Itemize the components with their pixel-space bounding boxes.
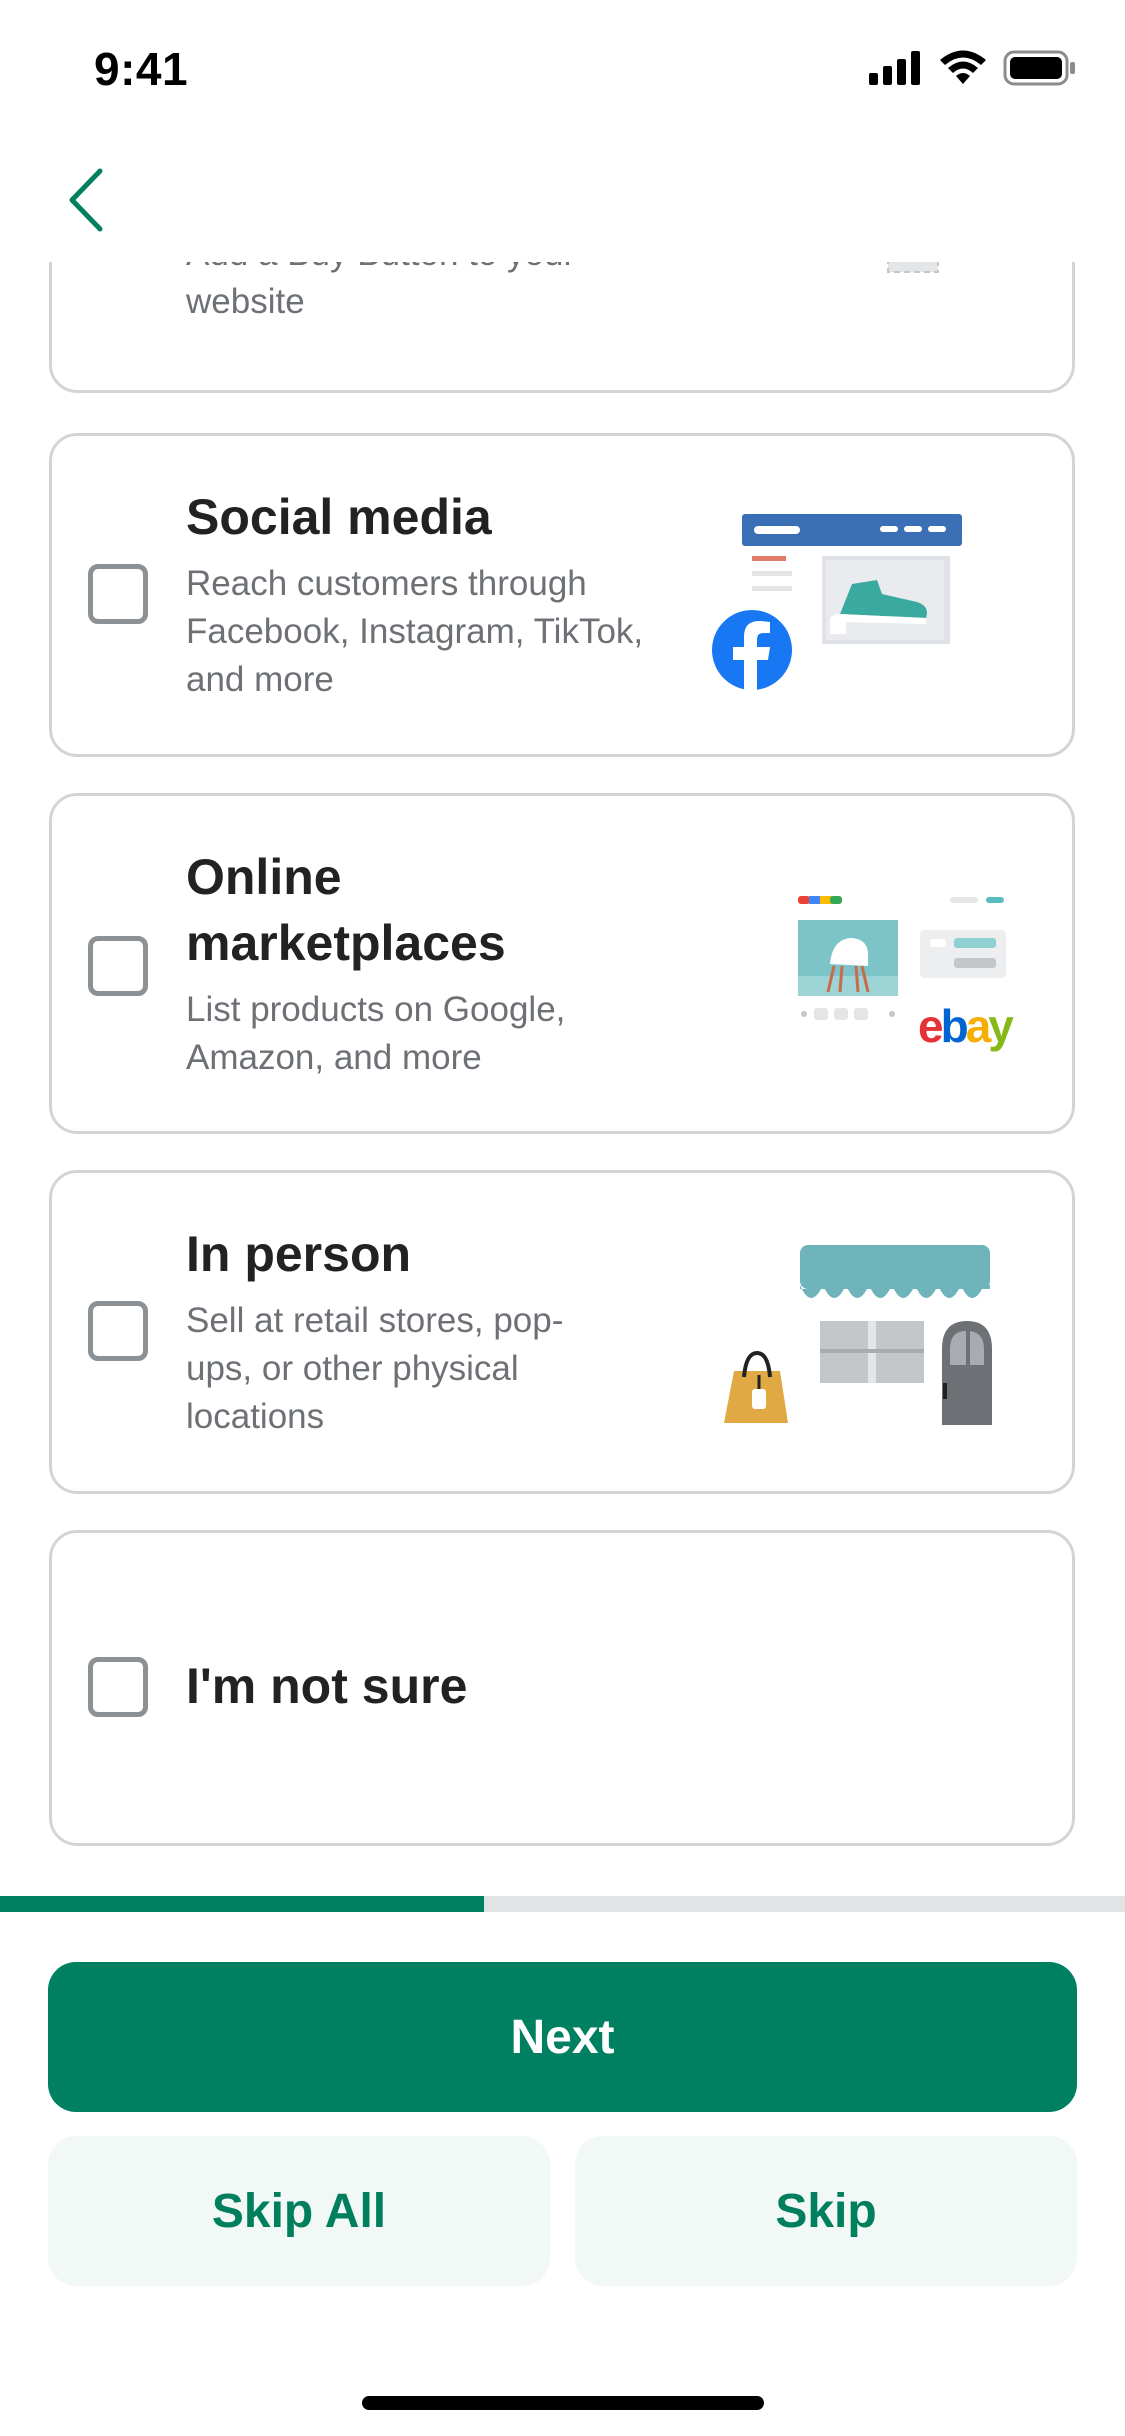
battery-icon [1003,50,1075,86]
cellular-signal-icon [869,51,920,85]
skip-button[interactable]: Skip [575,2136,1077,2286]
in-person-illustration [724,1245,992,1425]
status-icons [869,50,1077,86]
option-card-social-media[interactable]: Social media Reach customers through Fac… [49,433,1075,757]
option-title: Social media [186,489,492,545]
not-sure-checkbox[interactable] [88,1657,148,1717]
option-title: I'm not sure [186,1658,468,1714]
social-media-checkbox[interactable] [88,564,148,624]
next-button[interactable]: Next [48,1962,1077,2112]
online-marketplaces-checkbox[interactable] [88,936,148,996]
option-title: Online marketplaces [186,849,506,971]
option-title: In person [186,1226,412,1282]
option-card-buy-button[interactable]: Add a Buy Button to your website [49,262,1075,393]
svg-text:ebay: ebay [918,1000,1014,1052]
skip-all-button[interactable]: Skip All [48,2136,550,2286]
in-person-checkbox[interactable] [88,1301,148,1361]
buy-button-illustration [887,262,939,273]
option-description: Add a Buy Button to your website [186,262,575,321]
option-description: Reach customers through Facebook, Instag… [186,564,644,699]
option-card-online-marketplaces[interactable]: Online marketplaces List products on Goo… [49,793,1075,1134]
option-description: List products on Google, Amazon, and mor… [186,990,566,1077]
online-marketplaces-illustration: ebay [798,896,1017,1052]
progress-fill [0,1896,484,1912]
option-description: Sell at retail stores, pop-ups, or other… [186,1301,564,1436]
option-card-in-person[interactable]: In person Sell at retail stores, pop-ups… [49,1170,1075,1494]
wifi-icon [940,50,986,84]
sales-channel-options[interactable]: Add a Buy Button to your website Social … [0,262,1125,1897]
back-button[interactable] [56,160,116,240]
option-card-not-sure[interactable]: I'm not sure [49,1530,1075,1846]
progress-bar [0,1896,1125,1912]
status-time: 9:41 [94,43,189,95]
chevron-left-icon [69,168,103,232]
status-bar: 9:41 [0,0,1125,140]
social-media-illustration [712,514,962,690]
home-indicator [362,2396,764,2410]
